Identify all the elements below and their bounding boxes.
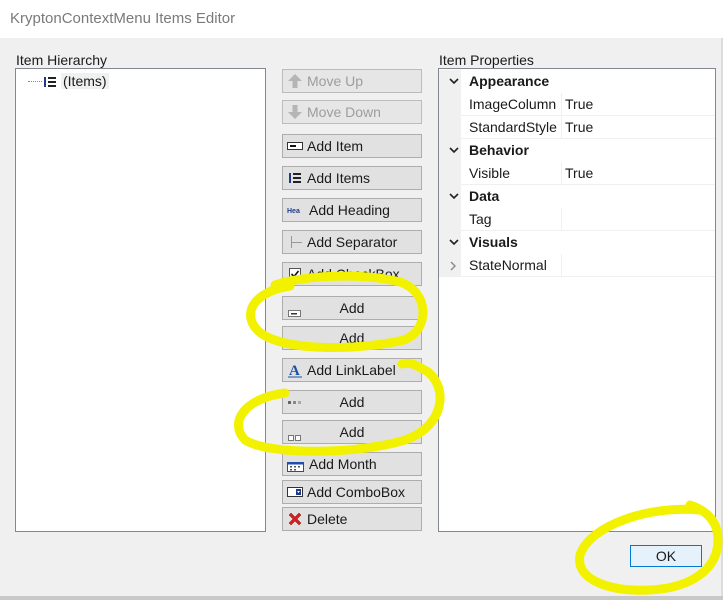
add-combobox-label: Add ComboBox [307, 484, 406, 500]
column-separator [561, 162, 562, 185]
combobox-icon [287, 484, 303, 500]
add-radiobutton-button[interactable]: Add [282, 326, 422, 350]
checkbox-icon [287, 266, 303, 282]
list-icon [287, 170, 303, 186]
property-value[interactable]: True [565, 119, 593, 135]
property-name: StandardStyle [469, 119, 557, 135]
expand-chevron-icon[interactable] [447, 259, 459, 275]
category-appearance[interactable]: Appearance [439, 70, 715, 93]
add-imageselect-button[interactable]: Add [282, 420, 422, 444]
add-month-button[interactable]: Add Month [282, 452, 422, 476]
add-combobox-button[interactable]: Add ComboBox [282, 480, 422, 504]
row-band [439, 116, 461, 139]
list-icon [44, 75, 56, 87]
collapse-chevron-icon[interactable] [447, 74, 461, 88]
row-band [439, 93, 461, 116]
category-name: Visuals [469, 234, 518, 250]
tree-node-label: (Items) [61, 73, 109, 89]
link-label-icon-text: A [289, 363, 300, 378]
property-row-imagecolumn[interactable]: ImageColumn True [439, 93, 715, 116]
heading-icon-text: Hea [287, 208, 300, 215]
item-hierarchy-label: Item Hierarchy [16, 52, 108, 68]
category-visuals[interactable]: Visuals [439, 231, 715, 254]
property-name: Visible [469, 165, 510, 181]
property-row-visible[interactable]: Visible True [439, 162, 715, 185]
category-name: Data [469, 188, 500, 204]
property-name: StateNormal [469, 257, 547, 273]
item-properties-label: Item Properties [439, 52, 534, 68]
add-items-button[interactable]: Add Items [282, 166, 422, 190]
calendar-icon [287, 456, 305, 472]
add-colorcolumns-button[interactable]: Add [282, 390, 422, 414]
heading-icon: Hea [287, 202, 305, 218]
add-heading-label: Add Heading [309, 202, 390, 218]
row-band [439, 208, 461, 231]
add-linklabel-label: Add LinkLabel [307, 362, 396, 378]
row-band [439, 162, 461, 185]
add-item-label: Add Item [307, 138, 364, 154]
arrow-up-icon [287, 73, 303, 89]
add-separator-button[interactable]: Add Separator [282, 230, 422, 254]
separator-icon [287, 234, 303, 250]
category-behavior[interactable]: Behavior [439, 139, 715, 162]
window-title: KryptonContextMenu Items Editor [10, 10, 236, 27]
title-bar: KryptonContextMenu Items Editor [0, 0, 723, 38]
move-up-button[interactable]: Move Up [282, 69, 422, 93]
property-name: Tag [469, 211, 492, 227]
property-grid[interactable]: Appearance ImageColumn True StandardStyl… [438, 68, 716, 532]
add-month-label: Add Month [309, 456, 377, 472]
add-button-label-3: Add [339, 394, 365, 410]
add-item-button[interactable]: Add Item [282, 134, 422, 158]
add-items-label: Add Items [307, 170, 371, 186]
column-separator [561, 254, 562, 277]
link-label-icon: A [287, 362, 303, 379]
add-button-label-1: Add [339, 300, 365, 316]
property-name: ImageColumn [469, 96, 557, 112]
arrow-down-icon [287, 104, 303, 120]
property-value[interactable]: True [565, 96, 593, 112]
add-separator-label: Add Separator [307, 234, 398, 250]
column-separator [561, 116, 562, 139]
collapse-chevron-icon[interactable] [447, 143, 461, 157]
category-data[interactable]: Data [439, 185, 715, 208]
tree-connector [28, 80, 42, 82]
collapse-chevron-icon[interactable] [447, 189, 461, 203]
add-heading-button[interactable]: Hea Add Heading [282, 198, 422, 222]
move-down-button[interactable]: Move Down [282, 100, 422, 124]
delete-x-icon [287, 511, 303, 527]
add-button-label-4: Add [339, 424, 365, 440]
collapse-chevron-icon[interactable] [447, 235, 461, 249]
column-separator [561, 93, 562, 116]
tree-node-items[interactable]: (Items) [28, 73, 109, 89]
category-name: Behavior [469, 142, 529, 158]
add-linklabel-button[interactable]: A Add LinkLabel [282, 358, 422, 382]
property-value[interactable]: True [565, 165, 593, 181]
row-divider [461, 276, 715, 277]
delete-button[interactable]: Delete [282, 507, 422, 531]
ok-label: OK [655, 548, 677, 564]
move-up-label: Move Up [307, 73, 364, 89]
move-down-label: Move Down [307, 104, 381, 120]
property-row-statenormal[interactable]: StateNormal [439, 254, 715, 277]
bottom-border [0, 596, 723, 600]
add-checkbox-label: Add CheckBox [307, 266, 400, 282]
column-separator [561, 208, 562, 231]
add-checkbox-button[interactable]: Add CheckBox [282, 262, 422, 286]
add-button-label-2: Add [339, 330, 365, 346]
property-row-tag[interactable]: Tag [439, 208, 715, 231]
menu-item-icon [287, 138, 303, 154]
category-name: Appearance [469, 73, 550, 89]
item-hierarchy-tree[interactable]: (Items) [15, 68, 266, 532]
ok-button[interactable]: OK [630, 545, 702, 567]
add-checkbutton-button[interactable]: Add [282, 296, 422, 320]
property-row-standardstyle[interactable]: StandardStyle True [439, 116, 715, 139]
delete-label: Delete [307, 511, 348, 527]
